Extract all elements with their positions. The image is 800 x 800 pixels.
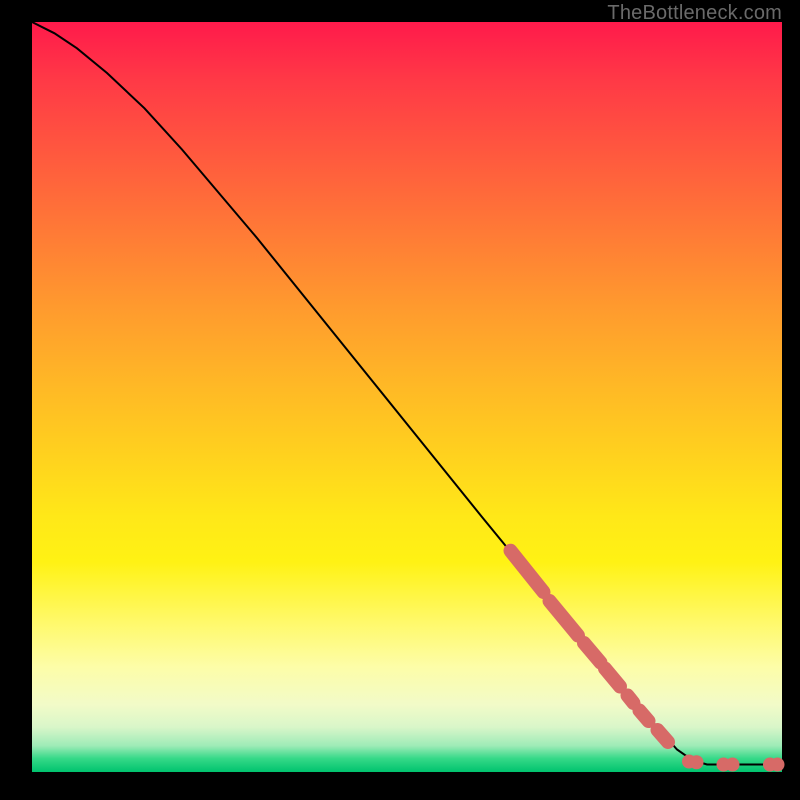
dot-cluster <box>658 730 669 742</box>
data-dots <box>511 551 785 772</box>
dot-cluster <box>511 551 544 592</box>
dot <box>726 758 740 772</box>
chart-frame: TheBottleneck.com <box>0 0 800 800</box>
dot-cluster <box>584 643 601 663</box>
bottleneck-curve <box>32 22 782 765</box>
dot <box>771 758 785 772</box>
dot-cluster <box>640 711 649 722</box>
plot-area <box>32 22 782 772</box>
chart-svg <box>32 22 782 772</box>
dot <box>690 755 704 769</box>
dot-cluster <box>628 696 634 704</box>
dot-cluster <box>605 669 620 687</box>
dot-cluster <box>550 601 579 636</box>
